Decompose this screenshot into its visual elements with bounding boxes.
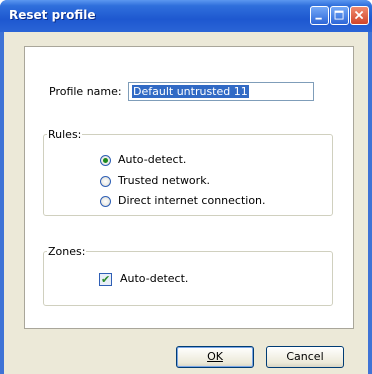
profile-name-value: Default untrusted 11 <box>132 85 249 98</box>
reset-profile-dialog: Reset profile Profile name: Default untr… <box>0 0 372 374</box>
maximize-button[interactable] <box>330 6 349 25</box>
rule-auto-detect-radio[interactable] <box>100 155 111 166</box>
minimize-icon <box>315 17 322 20</box>
minimize-button[interactable] <box>310 6 329 25</box>
ok-button-label: OK <box>207 350 223 363</box>
zones-legend: Zones: <box>47 245 87 258</box>
rule-trusted-network-label: Trusted network. <box>118 174 211 187</box>
cancel-button[interactable]: Cancel <box>266 346 344 368</box>
rules-legend: Rules: <box>47 128 83 141</box>
window-title: Reset profile <box>9 8 96 22</box>
profile-name-label: Profile name: <box>49 85 122 98</box>
title-bar[interactable]: Reset profile <box>0 0 372 32</box>
profile-name-input[interactable]: Default untrusted 11 <box>128 82 314 101</box>
rule-direct-internet-label: Direct internet connection. <box>118 194 266 207</box>
cancel-button-label: Cancel <box>286 350 324 363</box>
maximize-icon <box>334 10 344 20</box>
zones-auto-detect-checkbox[interactable] <box>99 273 112 286</box>
ok-button[interactable]: OK <box>176 346 254 368</box>
rule-auto-detect-label: Auto-detect. <box>118 153 187 166</box>
rule-trusted-network-radio[interactable] <box>100 176 111 187</box>
zones-auto-detect-label: Auto-detect. <box>120 272 189 285</box>
close-icon <box>354 10 364 20</box>
rule-direct-internet-radio[interactable] <box>100 196 111 207</box>
close-button[interactable] <box>350 6 369 25</box>
